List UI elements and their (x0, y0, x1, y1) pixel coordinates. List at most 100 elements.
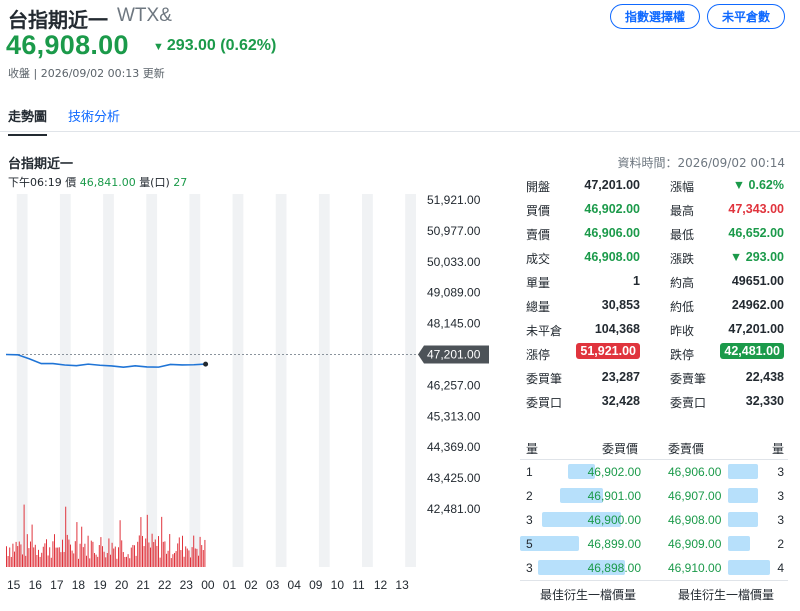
down-triangle-icon: ▼ (153, 41, 164, 53)
volume-bar (30, 541, 31, 567)
tab-technical-analysis[interactable]: 技術分析 (68, 106, 120, 125)
quote-label: 賣價 (526, 228, 551, 242)
volume-bar (113, 548, 115, 567)
y-tick-label: 51,921.00 (427, 193, 481, 207)
volume-bar (142, 535, 143, 567)
quote-label: 漲幅 (670, 180, 695, 194)
x-tick-label: 09 (309, 578, 323, 592)
volume-bar (119, 520, 121, 567)
volume-bar (63, 551, 65, 567)
volume-bar (103, 551, 105, 567)
volume-bar (15, 541, 17, 567)
quote-label: 約低 (670, 300, 695, 314)
order-book-row: 2 46,901.00 46,907.00 3 (520, 484, 788, 508)
volume-bar (100, 537, 102, 567)
volume-bar (108, 538, 110, 567)
volume-bar (62, 539, 63, 567)
x-tick-label: 15 (7, 578, 21, 592)
volume-bar (150, 547, 151, 567)
volume-bar (50, 557, 52, 567)
volume-bar (71, 550, 73, 567)
x-tick-label: 02 (244, 578, 258, 592)
volume-bar (41, 552, 43, 567)
quote-value: 46,902.00 (584, 202, 640, 216)
bid-qty-header: 量 (526, 442, 539, 456)
volume-bar (74, 541, 76, 567)
quote-row: 未平倉 104,368 昨收 47,201.00 (520, 318, 788, 342)
order-book-row: 3 46,898.00 46,910.00 4 (520, 556, 788, 580)
page-title: 台指期近一 (8, 8, 108, 32)
volume-bar (9, 547, 11, 567)
volume-bar (23, 504, 25, 567)
volume-bar (81, 526, 83, 567)
volume-bar (95, 554, 97, 567)
bid-price: 46,898.00 (587, 561, 641, 575)
volume-bar (10, 556, 12, 567)
volume-bar (49, 547, 51, 567)
volume-bar (57, 547, 59, 567)
x-tick-label: 16 (29, 578, 43, 592)
volume-bar (73, 553, 75, 567)
ask-qty: 3 (777, 513, 784, 527)
open-interest-button[interactable]: 未平倉數 (707, 4, 785, 29)
ask-qty-header: 量 (771, 442, 784, 456)
quote-row: 總量 30,853 約低 24962.00 (520, 294, 788, 318)
volume-bar (122, 552, 124, 567)
quote-row: 買價 46,902.00 最高 47,343.00 (520, 198, 788, 222)
last-price: 46,908.00 (6, 30, 129, 60)
order-book-header: 量 委買價 委賣價 量 (520, 436, 788, 460)
volume-bar (78, 558, 79, 567)
volume-bar (58, 547, 60, 567)
volume-bar (127, 554, 129, 567)
volume-bar (126, 556, 127, 567)
tab-trend-chart[interactable]: 走勢圖 (8, 106, 48, 136)
quote-label: 最低 (670, 228, 695, 242)
index-options-button[interactable]: 指數選擇權 (610, 4, 700, 29)
volume-bar (47, 555, 49, 567)
volume-bar (182, 535, 183, 567)
volume-bar (159, 557, 161, 567)
volume-bar (135, 555, 137, 567)
volume-bar (146, 514, 148, 567)
volume-bar (79, 543, 81, 567)
volume-bar (186, 548, 188, 567)
y-tick-label: 49,089.00 (427, 286, 481, 300)
volume-bar (134, 545, 135, 567)
volume-bar (20, 544, 22, 567)
volume-bar (70, 544, 71, 567)
ask-volume-bar (728, 464, 758, 479)
quote-value: 46,652.00 (728, 226, 784, 240)
symbol-code: WTX& (117, 5, 172, 26)
volume-bar (151, 533, 153, 567)
y-tick-label: 50,977.00 (427, 224, 481, 238)
volume-bar (137, 541, 139, 567)
volume-bar (162, 541, 164, 567)
volume-bar (116, 558, 118, 567)
volume-bar (28, 548, 30, 567)
volume-bar (55, 547, 57, 567)
ask-volume-bar (728, 560, 770, 575)
volume-bar (111, 542, 113, 567)
footer-right: 最佳衍生一檔價量 (678, 588, 775, 602)
tick-info: 下午06:19 價 46,841.00 量(口) 27 (8, 174, 187, 190)
ask-price: 46,906.00 (668, 465, 722, 479)
data-time: 資料時間：2026/09/02 00:14 (617, 156, 785, 170)
quote-row: 開盤 47,201.00 漲幅 ▼ 0.62% (520, 174, 788, 198)
time-band (232, 194, 244, 567)
quote-label: 總量 (526, 300, 551, 314)
volume-bar (92, 541, 94, 567)
volume-bar (180, 550, 182, 567)
quote-value: 24962.00 (731, 298, 784, 312)
quote-label: 單量 (526, 276, 551, 290)
bid-price: 46,902.00 (587, 465, 641, 479)
reference-price-tag: 47,201.00 (418, 345, 489, 364)
x-tick-label: 12 (374, 578, 388, 592)
y-tick-label: 46,257.00 (427, 378, 481, 392)
y-tick-label: 50,033.00 (427, 255, 481, 269)
bid-price: 46,900.00 (587, 513, 641, 527)
tick-price-label: 價 (65, 176, 77, 189)
quote-label: 漲跌 (670, 252, 695, 266)
intraday-chart[interactable]: 51,921.00 50,977.00 50,033.00 49,089.00 48,1… (0, 190, 515, 600)
x-tick-label: 00 (201, 578, 215, 592)
x-tick-label: 22 (158, 578, 172, 592)
